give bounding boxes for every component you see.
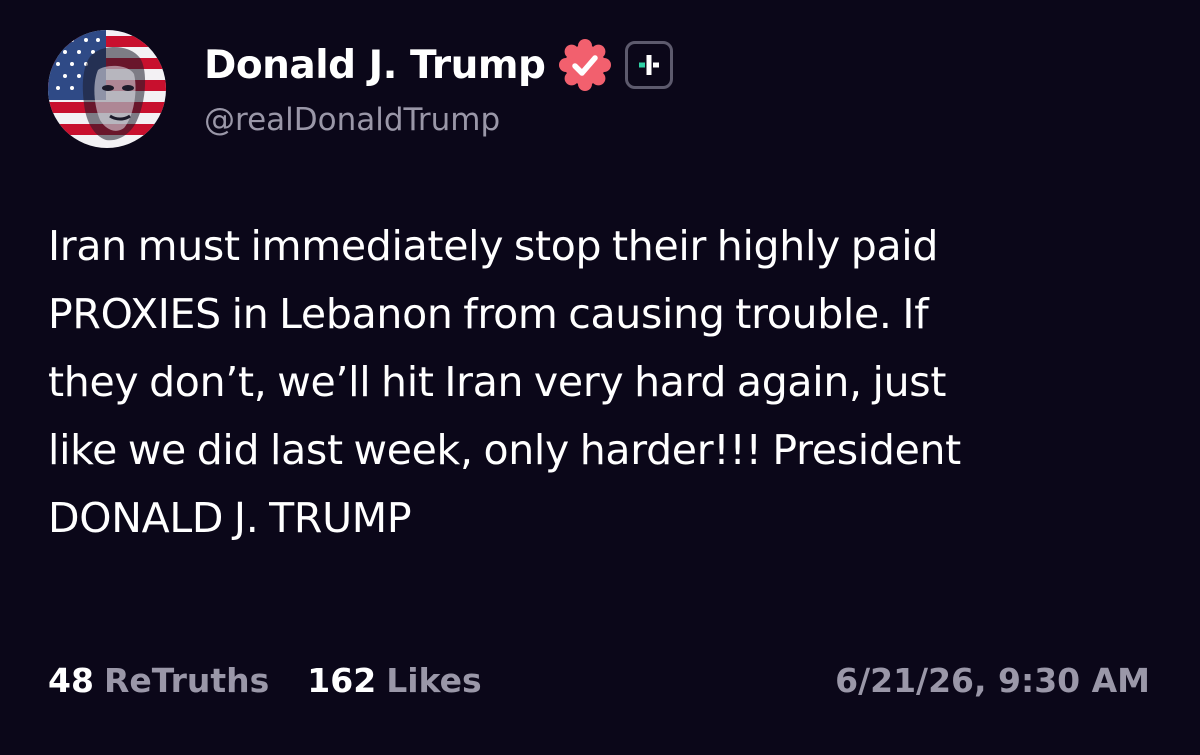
retruths-label: ReTruths	[103, 660, 270, 700]
author-handle[interactable]: @realDonaldTrump	[204, 102, 673, 138]
likes-stat[interactable]: 162 Likes	[307, 661, 481, 700]
post-body: Iran must immediately stop their highly …	[48, 212, 1158, 552]
avatar-image	[48, 30, 166, 148]
retruths-stat[interactable]: 48 ReTruths	[48, 661, 269, 700]
likes-count: 162	[307, 660, 377, 700]
name-row: Donald J. Trump	[204, 39, 674, 91]
avatar[interactable]	[48, 30, 166, 148]
post-body-line: PROXIES in Lebanon from causing trouble.…	[48, 290, 929, 338]
post-body-line: they don’t, we’ll hit Iran very hard aga…	[48, 358, 947, 406]
author-display-name[interactable]: Donald J. Trump	[204, 43, 546, 88]
author-identity: Donald J. Trump @realDonaldTrump	[204, 39, 674, 138]
post-body-line: Iran must immediately stop their highly …	[48, 222, 939, 270]
post-timestamp[interactable]: 6/21/26, 9:30 AM	[835, 661, 1150, 700]
plus-badge-icon	[625, 41, 674, 89]
post-header: Donald J. Trump @realDonaldTrump	[48, 30, 674, 148]
likes-label: Likes	[386, 660, 482, 700]
post-card: Donald J. Trump @realDonaldTrump Iran mu…	[0, 0, 1200, 755]
verified-badge-icon	[557, 37, 613, 93]
retruths-count: 48	[48, 660, 94, 700]
post-body-line: like we did last week, only harder!!! Pr…	[48, 426, 961, 474]
post-footer: 48 ReTruths 162 Likes 6/21/26, 9:30 AM	[48, 656, 1150, 704]
post-body-line: DONALD J. TRUMP	[48, 494, 412, 542]
